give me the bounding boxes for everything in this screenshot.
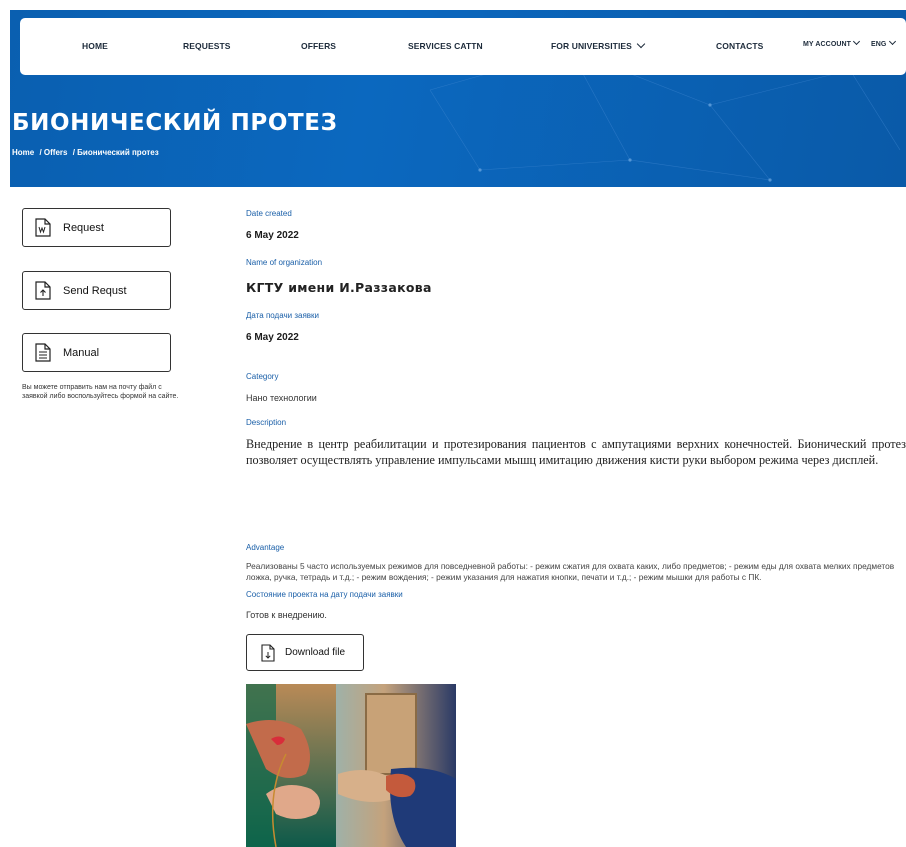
breadcrumb-current: / Бионический протез <box>72 148 159 157</box>
request-button-label: Request <box>63 221 104 234</box>
nav-for-universities[interactable]: FOR UNIVERSITIES <box>551 39 646 51</box>
prosthesis-photo <box>246 684 456 847</box>
download-icon <box>261 643 275 662</box>
manual-button-label: Manual <box>63 346 100 359</box>
category-value: Нано технологии <box>246 393 317 403</box>
download-file-button[interactable]: Download file <box>246 634 364 671</box>
nav-home[interactable]: HOME <box>82 41 108 51</box>
nav-offers[interactable]: OFFERS <box>301 41 336 51</box>
language-selector[interactable]: ENG <box>871 37 897 48</box>
advantage-label: Advantage <box>246 543 285 552</box>
sidebar-note: Вы можете отправить нам на почту файл с … <box>22 384 179 400</box>
prosthesis-photo-image <box>246 684 456 847</box>
date-created-label: Date created <box>246 209 292 218</box>
language-label: ENG <box>871 41 887 48</box>
submit-date-label: Дата подачи заявки <box>246 311 320 320</box>
project-status-value: Готов к внедрению. <box>246 610 327 620</box>
organization-label: Name of organization <box>246 258 323 267</box>
request-button[interactable]: Request <box>22 208 171 247</box>
word-document-icon <box>35 218 51 237</box>
date-created-value: 6 May 2022 <box>246 230 299 241</box>
nav-requests[interactable]: REQUESTS <box>183 41 231 51</box>
category-label: Category <box>246 372 279 381</box>
download-file-label: Download file <box>285 647 346 658</box>
description-text: Внедрение в центр реабилитации и протези… <box>246 437 906 467</box>
manual-button[interactable]: Manual <box>22 333 171 372</box>
document-icon <box>35 343 51 362</box>
chevron-down-icon <box>636 39 646 49</box>
send-request-button-label: Send Requst <box>63 284 127 297</box>
submit-date-value: 6 May 2022 <box>246 332 299 343</box>
description-label: Description <box>246 418 287 427</box>
breadcrumb-home[interactable]: Home <box>12 148 34 157</box>
nav-contacts[interactable]: CONTACTS <box>716 41 763 51</box>
nav-for-universities-label: FOR UNIVERSITIES <box>551 41 632 51</box>
project-status-label: Состояние проекта на дату подачи заявки <box>246 590 403 599</box>
advantage-text: Реализованы 5 часто используемых режимов… <box>246 561 895 582</box>
organization-value: КГТУ имени И.Раззакова <box>246 280 432 295</box>
page-header: HOME REQUESTS OFFERS SERVICES CATTN FOR … <box>10 10 906 187</box>
send-request-button[interactable]: Send Requst <box>22 271 171 310</box>
upload-file-icon <box>35 281 51 300</box>
page-title: БИОНИЧЕСКИЙ ПРОТЕЗ <box>12 110 338 136</box>
chevron-down-icon <box>889 37 897 46</box>
breadcrumb-offers[interactable]: / Offers <box>39 148 67 157</box>
breadcrumb: Home / Offers / Бионический протез <box>12 148 162 157</box>
chevron-down-icon <box>853 37 861 46</box>
my-account-label: MY ACCOUNT <box>803 41 852 48</box>
top-navigation: HOME REQUESTS OFFERS SERVICES CATTN FOR … <box>20 18 906 75</box>
nav-my-account[interactable]: MY ACCOUNT <box>803 37 861 48</box>
nav-services[interactable]: SERVICES CATTN <box>408 41 483 51</box>
